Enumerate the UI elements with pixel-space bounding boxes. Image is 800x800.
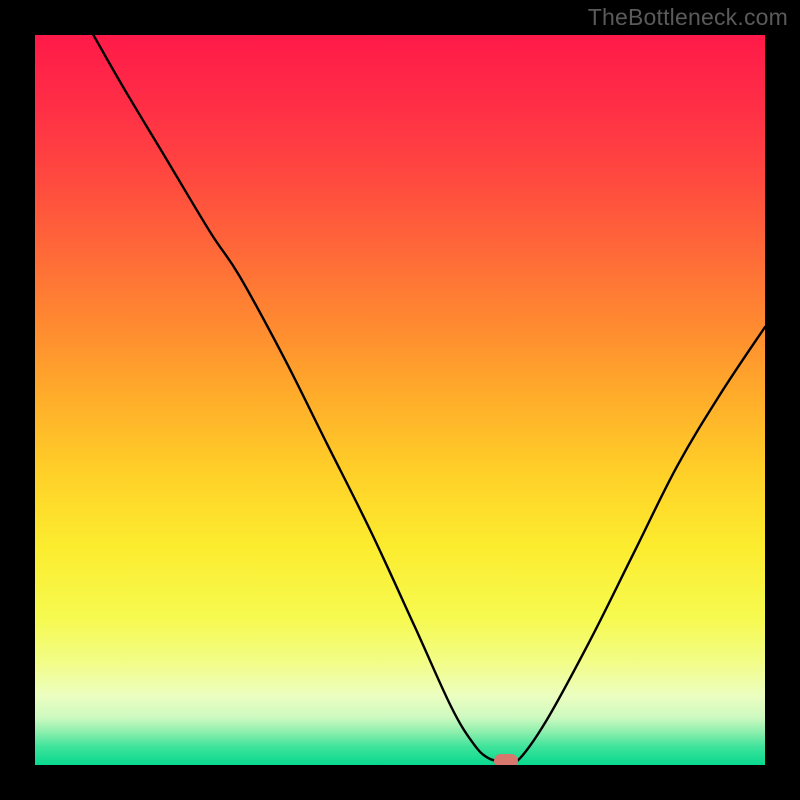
- plot-area: [35, 35, 765, 765]
- gradient-background: [35, 35, 765, 765]
- chart-frame: TheBottleneck.com: [0, 0, 800, 800]
- bottleneck-chart: [35, 35, 765, 765]
- optimal-point-marker: [494, 754, 518, 765]
- watermark-text: TheBottleneck.com: [588, 4, 788, 31]
